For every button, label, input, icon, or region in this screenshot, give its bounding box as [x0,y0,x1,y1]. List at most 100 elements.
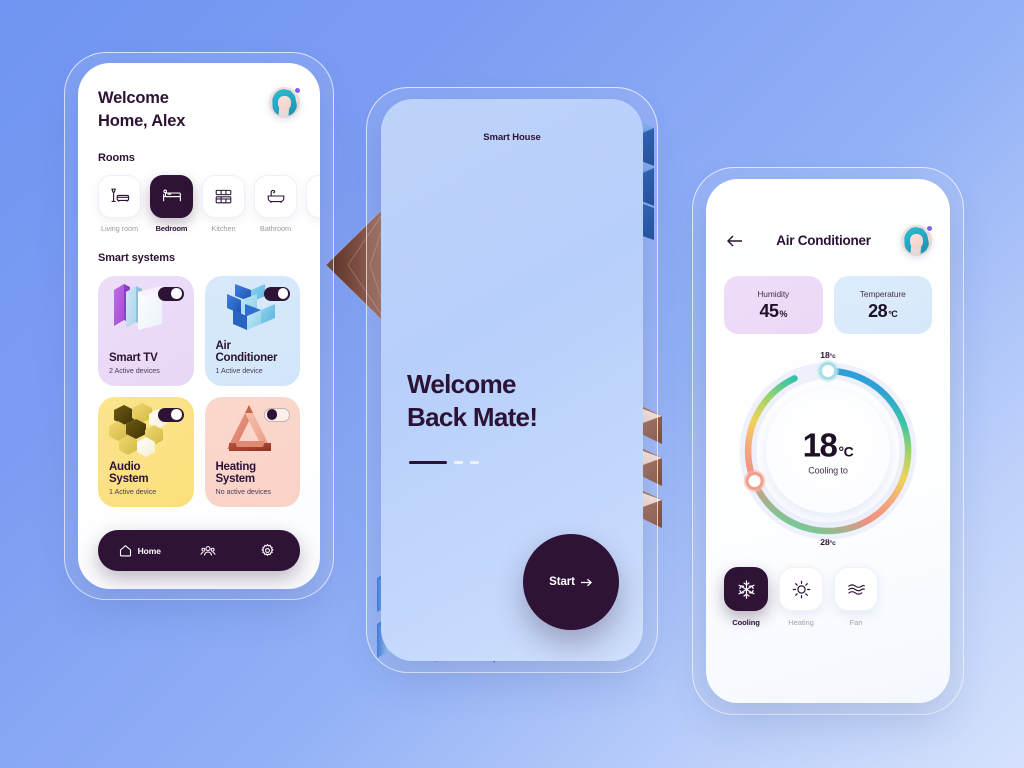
toggle-knob [277,288,288,299]
kitchen-cabinets-icon [215,189,232,203]
mode-label: Heating [788,618,814,627]
mode-label: Cooling [732,618,760,627]
system-name: Smart TV [109,351,158,364]
mode-button-fan[interactable]: Fan [834,567,878,627]
stat-card-humidity[interactable]: Humidity 45% [724,276,823,334]
mode-button-cooling[interactable]: Cooling [724,567,768,627]
pagination-dots[interactable] [409,461,479,464]
system-card-audio-system[interactable]: Audio System 1 Active device [98,396,194,507]
bed-icon [162,189,181,202]
mode-button-heating[interactable]: Heating [779,567,823,627]
system-status: 2 Active devices [109,365,160,375]
more-room-icon [318,187,321,205]
dial-temperature-unit: °C [838,443,854,460]
system-name: Audio System [109,460,149,485]
page-title: Welcome Home, Alex [98,87,185,133]
system-toggle-heating-system[interactable] [264,407,290,422]
stat-unit: % [779,308,788,319]
welcome-heading-line-1: Welcome [407,369,516,399]
room-tile[interactable] [202,174,245,218]
room-label: Living room [100,223,139,233]
home-icon [119,544,131,557]
page-title: Air Conditioner [776,233,871,248]
system-status: 1 Active device [109,486,157,496]
dial-temperature-value: 18 [802,426,838,464]
system-toggle-air-conditioner[interactable] [264,286,290,301]
toggle-knob [171,409,182,420]
welcome-screen: Smart House Welcome Back Mate! Start [381,99,643,661]
welcome-heading-line-2: Back Mate! [407,401,538,432]
greeting-line-1: Welcome [98,89,169,107]
toggle-knob [171,288,182,299]
gear-icon [261,543,275,557]
tab-home[interactable]: Home [118,543,161,558]
stat-card-temperature[interactable]: Temperature 28°C [833,276,932,334]
stat-number: 45 [759,300,779,321]
stat-row: Humidity 45% Temperature 28°C [724,276,932,334]
toggle-knob [266,409,277,420]
pagination-dot[interactable] [454,461,463,464]
system-card-smart-tv[interactable]: Smart TV 2 Active devices [98,275,194,386]
system-toggle-smart-tv[interactable] [157,286,184,301]
pagination-dot[interactable] [470,461,479,464]
room-tile[interactable] [150,174,193,218]
avatar-face [910,234,923,249]
mode-label: Fan [849,618,863,627]
mode-tile[interactable] [834,567,878,611]
bottom-tabbar: Home [98,530,300,571]
tab-label: Home [137,545,161,556]
system-card-heating-system[interactable]: Heating System No active devices [204,396,300,507]
room-item-living-room[interactable]: Living room [98,174,141,233]
floor-lamp-sofa-icon [110,188,129,202]
room-label: Kitchen [211,223,236,233]
temperature-dial[interactable]: 18 °C Cooling to [730,360,926,540]
greeting-line-2: Home, Alex [98,111,186,130]
room-tile[interactable] [98,174,141,218]
avatar-face [278,96,291,111]
dial-temperature: 18 °C [763,427,893,465]
mode-tile[interactable] [779,567,823,611]
stat-value: 45% [759,301,787,322]
start-button[interactable]: Start [523,534,619,630]
mode-tile[interactable] [724,567,768,611]
system-status: No active devices [215,486,272,496]
people-icon [200,545,216,556]
room-label: Bathroom [259,223,292,233]
room-item-more[interactable] [306,174,321,233]
bathtub-icon [267,189,284,203]
dial-handle-min [819,362,837,380]
welcome-heading: Welcome Back Mate! [407,368,538,434]
avatar[interactable] [269,87,301,118]
systems-section-title: Smart systems [98,251,175,264]
stat-label: Humidity [757,288,790,299]
room-item-bedroom[interactable]: Bedroom [150,174,193,233]
ac-header: Air Conditioner [724,225,933,256]
rooms-rail[interactable]: Living room Bedroom Kitchen Bathroom [98,174,320,233]
back-button[interactable] [724,230,746,252]
home-screen: Welcome Home, Alex Rooms Living room Bed… [78,63,320,589]
system-name: Heating System [215,460,257,485]
rooms-section-title: Rooms [98,151,135,164]
tab-settings[interactable] [260,543,280,558]
smart-systems-grid: Smart TV 2 Active devices Air Conditione… [98,275,300,507]
arrow-left-icon [727,235,742,246]
app-mockup-stage: Welcome Home, Alex Rooms Living room Bed… [0,0,1024,768]
system-toggle-audio-system[interactable] [157,407,184,422]
system-name: Air Conditioner [215,339,278,364]
pagination-dot-active[interactable] [409,461,447,464]
start-button-label: Start [549,576,575,588]
air-conditioner-screen: Air Conditioner Humidity 45% Temperature [706,179,950,703]
room-tile[interactable] [306,174,321,218]
system-card-air-conditioner[interactable]: Air Conditioner 1 Active device [204,275,300,386]
stat-unit: °C [888,308,898,319]
temperature-dial-wrap: 18°c 18 °C Cooling to 28°c [730,350,926,547]
avatar[interactable] [901,225,933,256]
room-item-bathroom[interactable]: Bathroom [254,174,297,233]
sun-icon [792,580,810,598]
stat-number: 28 [868,300,888,321]
tab-people[interactable] [200,543,221,559]
room-item-kitchen[interactable]: Kitchen [202,174,245,233]
room-tile[interactable] [254,174,297,218]
system-status: 1 Active device [215,365,263,375]
dial-handle-max [745,472,764,490]
